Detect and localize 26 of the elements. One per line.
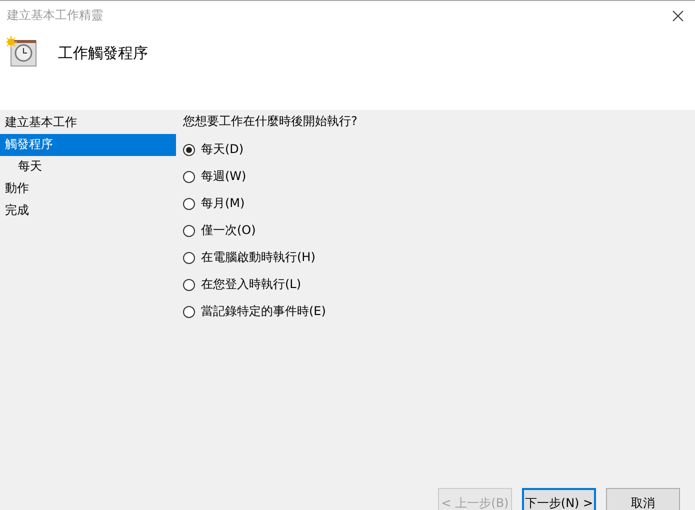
radio-label[interactable]: 每週(W) [201, 168, 246, 185]
radio-label[interactable]: 每月(M) [201, 195, 245, 212]
sidebar-item[interactable]: 觸發程序 [0, 134, 176, 156]
close-icon[interactable] [672, 10, 684, 22]
radio-label[interactable]: 在電腦啟動時執行(H) [201, 249, 316, 266]
window-title: 建立基本工作精靈 [7, 7, 103, 24]
sidebar-item[interactable]: 建立基本工作 [0, 112, 176, 134]
page-heading: 工作觸發程序 [58, 44, 148, 63]
radio-label[interactable]: 僅一次(O) [201, 222, 256, 239]
radio-button[interactable] [183, 224, 195, 236]
sidebar-item[interactable]: 每天 [0, 156, 176, 178]
radio-button[interactable] [183, 278, 195, 290]
radio-button[interactable] [183, 252, 195, 264]
radio-button[interactable] [183, 144, 195, 156]
sidebar-item[interactable]: 動作 [0, 178, 176, 200]
wizard-button[interactable]: 下一步(N) > [522, 488, 596, 510]
radio-label[interactable]: 每天(D) [201, 141, 244, 158]
radio-button[interactable] [183, 306, 195, 318]
question-label: 您想要工作在什麼時後開始執行? [183, 113, 358, 130]
sidebar-item[interactable]: 完成 [0, 200, 176, 222]
radio-button[interactable] [183, 170, 195, 182]
clock-calendar-icon [6, 36, 38, 68]
radio-button[interactable] [183, 198, 195, 210]
wizard-button[interactable]: 取消 [606, 488, 680, 510]
radio-label[interactable]: 在您登入時執行(L) [201, 276, 302, 293]
radio-label[interactable]: 當記錄特定的事件時(E) [201, 303, 326, 320]
